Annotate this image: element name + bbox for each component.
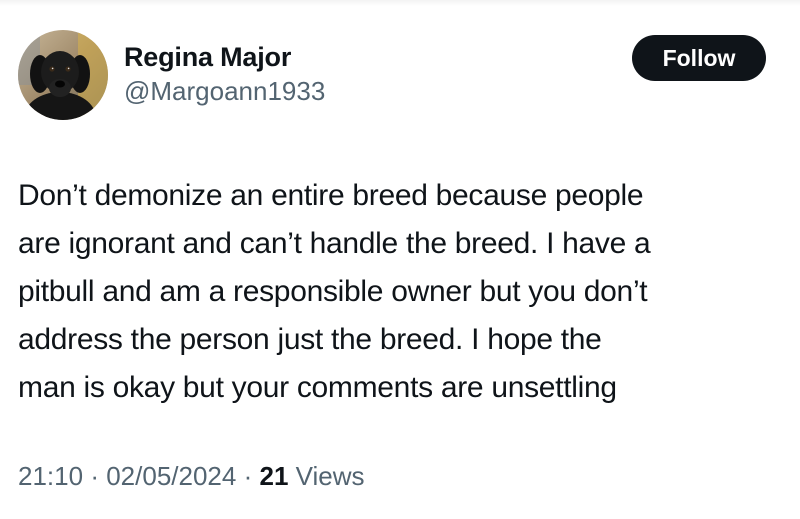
user-handle[interactable]: @Margoann1933 [124,74,325,108]
tweet-date[interactable]: 02/05/2024 [106,461,236,491]
views-label[interactable]: Views [296,461,365,491]
tweet-line: address the person just the breed. I hop… [18,323,602,356]
tweet-card: Regina Major @Margoann1933 Follow Don’t … [0,0,800,519]
tweet-text: Don’t demonize an entire breed because p… [18,172,788,412]
tweet-line: man is okay but your comments are unsett… [18,371,617,404]
display-name[interactable]: Regina Major [124,40,325,74]
tweet-line: Don’t demonize an entire breed because p… [18,179,644,212]
tweet-meta: 21:10 · 02/05/2024 · 21 Views [18,458,365,494]
meta-separator: · [243,461,253,491]
user-info: Regina Major @Margoann1933 [124,40,325,108]
top-divider [0,0,800,6]
tweet-line: pitbull and am a responsible owner but y… [18,275,648,308]
avatar[interactable] [18,30,108,120]
black-puppy-avatar-icon [18,30,108,120]
meta-separator: · [90,461,99,491]
follow-button[interactable]: Follow [632,35,766,81]
tweet-line: are ignorant and can’t handle the breed.… [18,227,651,260]
views-count[interactable]: 21 [260,461,289,491]
tweet-time[interactable]: 21:10 [18,461,83,491]
